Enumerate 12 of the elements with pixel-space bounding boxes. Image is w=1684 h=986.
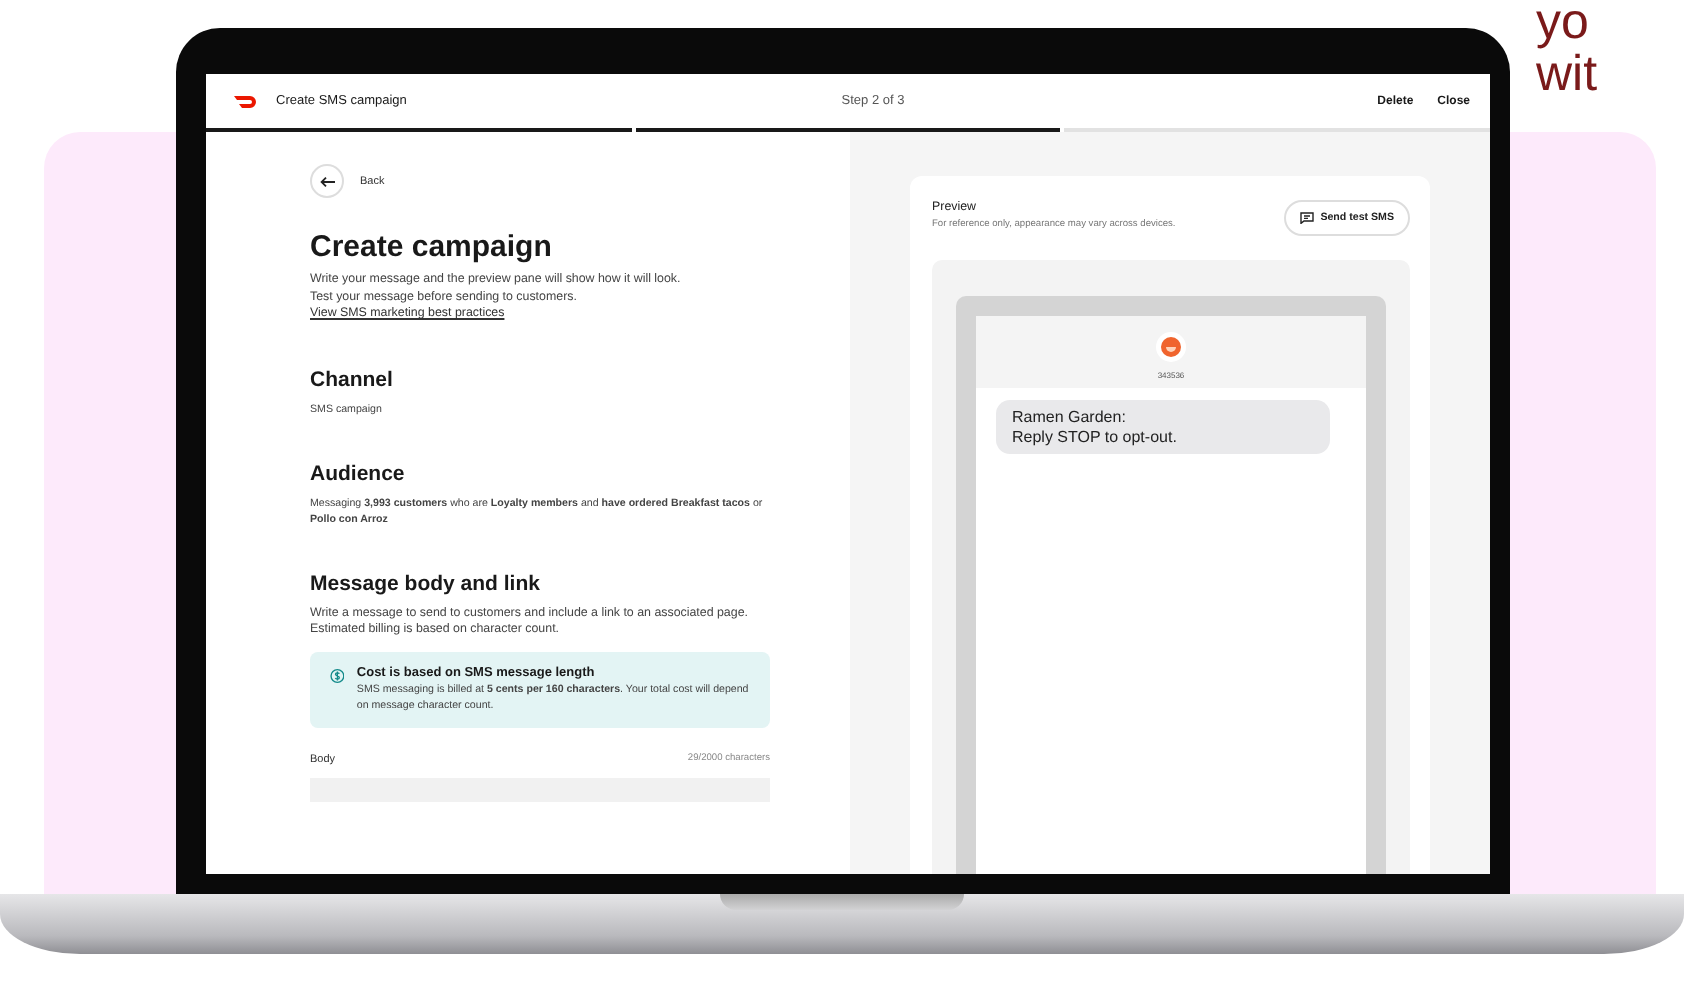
section-heading: Audience xyxy=(310,461,407,486)
message-icon xyxy=(1300,212,1315,224)
background-heading-text: wit xyxy=(1536,48,1598,100)
restaurant-avatar-icon xyxy=(1160,336,1182,358)
page-heading: Create campaign xyxy=(310,230,554,264)
logo-icon xyxy=(234,93,260,109)
back-arrow-icon xyxy=(319,175,335,187)
section-heading: Message body and link xyxy=(310,571,542,596)
section-heading: Channel xyxy=(310,367,395,392)
background-heading-text: yo xyxy=(1536,0,1591,48)
message-bubble: Ramen Garden: Reply STOP to opt-out. xyxy=(996,400,1330,454)
dollar-icon xyxy=(330,665,345,686)
